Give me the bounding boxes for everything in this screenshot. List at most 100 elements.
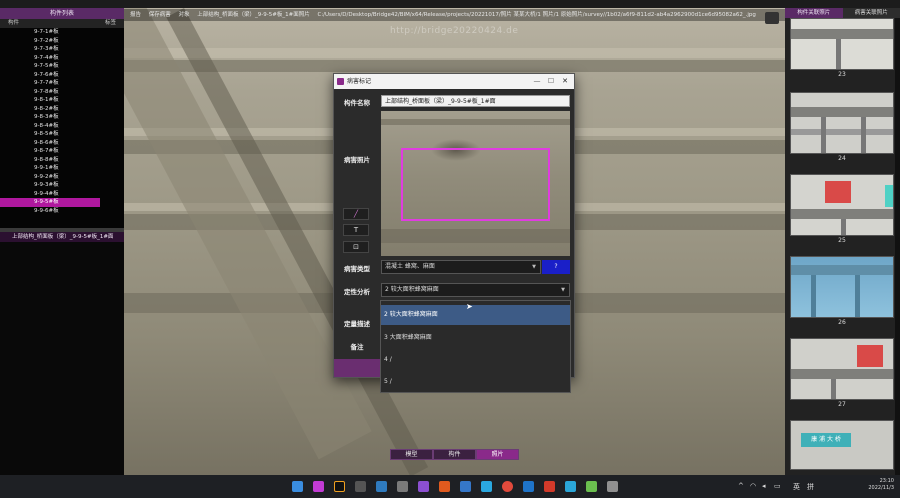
close-icon[interactable]: ✕: [558, 74, 572, 89]
path-item: 上部结构_桥面板（梁）_9-9-5#板_1#面照片: [197, 12, 310, 18]
app-icon-bridge[interactable]: [313, 481, 324, 492]
component-list-item[interactable]: 9-7-2#板: [0, 37, 124, 46]
component-list-item[interactable]: 9-7-5#板: [0, 62, 124, 71]
thumb-pier: [831, 379, 836, 399]
component-list-item[interactable]: 9-7-8#板: [0, 88, 124, 97]
app-icon-red[interactable]: [544, 481, 555, 492]
tab-photo[interactable]: 照片: [476, 449, 519, 460]
language-indicator[interactable]: 英: [793, 482, 800, 492]
terminal-icon[interactable]: [397, 481, 408, 492]
app-icon-orange[interactable]: [439, 481, 450, 492]
battery-icon[interactable]: ▭: [774, 482, 781, 490]
dialog-titlebar[interactable]: 病害标记 — ☐ ✕: [334, 74, 574, 89]
clock-date: 2022/11/3: [868, 485, 894, 491]
dropdown-option[interactable]: 2 较大面积蜂窝麻面: [381, 305, 570, 325]
component-list-item[interactable]: 9-8-1#板: [0, 96, 124, 105]
photo-thumbnail[interactable]: 27: [790, 338, 894, 410]
thumb-girder: [791, 107, 893, 117]
component-list-item[interactable]: 9-7-3#板: [0, 45, 124, 54]
start-icon[interactable]: [292, 481, 303, 492]
taskview-icon[interactable]: [355, 481, 366, 492]
selected-face-item[interactable]: 上部结构_桥面板（梁）_9-9-5#板_1#面: [0, 232, 124, 242]
wechat-icon[interactable]: [586, 481, 597, 492]
rect-tool-icon[interactable]: ⊡: [343, 241, 369, 253]
app-icon-cyan[interactable]: [481, 481, 492, 492]
thumbnail-image: [790, 338, 894, 400]
thumbnail-image: [790, 174, 894, 236]
dialog-title: 病害标记: [347, 78, 372, 85]
component-list-item[interactable]: 9-7-1#板: [0, 28, 124, 37]
minimize-icon[interactable]: —: [530, 74, 544, 89]
clock[interactable]: 23:10 2022/11/3: [868, 478, 894, 492]
thumbnail-number: 27: [838, 401, 846, 408]
speaker-icon[interactable]: ◂: [762, 482, 766, 490]
thumbnail-scrollbar[interactable]: [895, 18, 900, 475]
help-button[interactable]: ?: [542, 260, 570, 274]
thumb-red-mark: [857, 345, 883, 367]
component-list-item[interactable]: 9-8-8#板: [0, 156, 124, 165]
component-name-field[interactable]: 上部结构_桥面板（梁）_9-9-5#板_1#面: [381, 95, 570, 107]
thumb-pier: [821, 117, 826, 153]
qualitative-select[interactable]: 2 较大面积蜂窝麻面 ▼: [381, 283, 570, 297]
photo-thumbnail[interactable]: 26: [790, 256, 894, 328]
app-icon-lightblue[interactable]: [565, 481, 576, 492]
component-list-item[interactable]: 9-9-1#板: [0, 164, 124, 173]
dropdown-option[interactable]: 4 /: [381, 350, 570, 370]
text-tool-icon[interactable]: T: [343, 224, 369, 236]
app-icon-blue[interactable]: [460, 481, 471, 492]
component-list-item[interactable]: 9-9-5#板: [0, 198, 100, 207]
component-list-item[interactable]: 9-8-4#板: [0, 122, 124, 131]
view-tabs: 模型 构件 照片: [390, 449, 519, 460]
component-list-item[interactable]: 9-9-3#板: [0, 181, 124, 190]
thumb-pier: [855, 275, 860, 317]
photo-beam: [124, 48, 785, 58]
photo-thumbnail[interactable]: 25: [790, 174, 894, 246]
dropdown-option[interactable]: 3 大面积蜂窝麻面: [381, 328, 570, 348]
photo-thumbnail[interactable]: 23: [790, 18, 894, 80]
damage-marker-rectangle[interactable]: [401, 148, 550, 221]
thumbnail-image: [790, 18, 894, 70]
component-list[interactable]: 9-7-1#板 9-7-2#板 9-7-3#板 9-7-4#板 9-7-5#板 9-7-6…: [0, 28, 124, 228]
thumb-pier: [836, 39, 841, 69]
edge-icon[interactable]: [523, 481, 534, 492]
disease-type-select[interactable]: 混凝土 蜂窝、麻面 ▼: [381, 260, 541, 274]
tab-component-photos[interactable]: 构件关联照片: [785, 8, 843, 18]
ime-indicator[interactable]: 拼: [807, 482, 814, 492]
component-list-item[interactable]: 9-9-6#板: [0, 207, 124, 216]
right-panel: 构件关联照片 病害关联照片 23 24 25 26 27 康 浦 大 桥: [785, 8, 900, 475]
component-list-item[interactable]: 9-8-2#板: [0, 105, 124, 114]
thumb-girder: [791, 265, 893, 275]
search-icon[interactable]: [334, 481, 345, 492]
path-item[interactable]: 保存病害: [149, 12, 171, 18]
pen-tool-icon[interactable]: ╱: [343, 208, 369, 220]
chrome-icon[interactable]: [502, 481, 513, 492]
tab-model[interactable]: 模型: [390, 449, 433, 460]
component-list-item[interactable]: 9-8-3#板: [0, 113, 124, 122]
photo-beam: [124, 60, 785, 72]
component-list-item[interactable]: 9-7-7#板: [0, 79, 124, 88]
component-list-item[interactable]: 9-9-2#板: [0, 173, 124, 182]
tab-component[interactable]: 构件: [433, 449, 476, 460]
dropdown-option[interactable]: 5 /: [381, 372, 570, 392]
photo-thumbnail[interactable]: 24: [790, 92, 894, 164]
component-list-item[interactable]: 9-7-4#板: [0, 54, 124, 63]
maximize-icon[interactable]: ☐: [544, 74, 558, 89]
component-list-item[interactable]: 9-9-4#板: [0, 190, 124, 199]
wifi-icon[interactable]: ◠: [750, 482, 756, 490]
component-list-item[interactable]: 9-8-7#板: [0, 147, 124, 156]
path-item: C:/Users/D/Desktop/Bridge42/BIM/x64/Rele…: [317, 12, 756, 18]
app-icon-gray[interactable]: [607, 481, 618, 492]
disease-photo-canvas[interactable]: [381, 111, 570, 256]
component-list-item[interactable]: 9-8-5#板: [0, 130, 124, 139]
path-item[interactable]: 报告: [130, 12, 141, 18]
tab-disease-photos[interactable]: 病害关联照片: [842, 8, 900, 18]
disease-type-label: 病害类型: [344, 265, 370, 273]
component-list-item[interactable]: 9-7-6#板: [0, 71, 124, 80]
window-menu-icon[interactable]: [765, 12, 779, 24]
component-list-item[interactable]: 9-8-6#板: [0, 139, 124, 148]
photo-thumbnail[interactable]: 康 浦 大 桥: [790, 420, 894, 470]
chevron-up-icon[interactable]: ^: [738, 482, 744, 490]
explorer-icon[interactable]: [376, 481, 387, 492]
visual-studio-icon[interactable]: [418, 481, 429, 492]
thumbnail-image: [790, 92, 894, 154]
